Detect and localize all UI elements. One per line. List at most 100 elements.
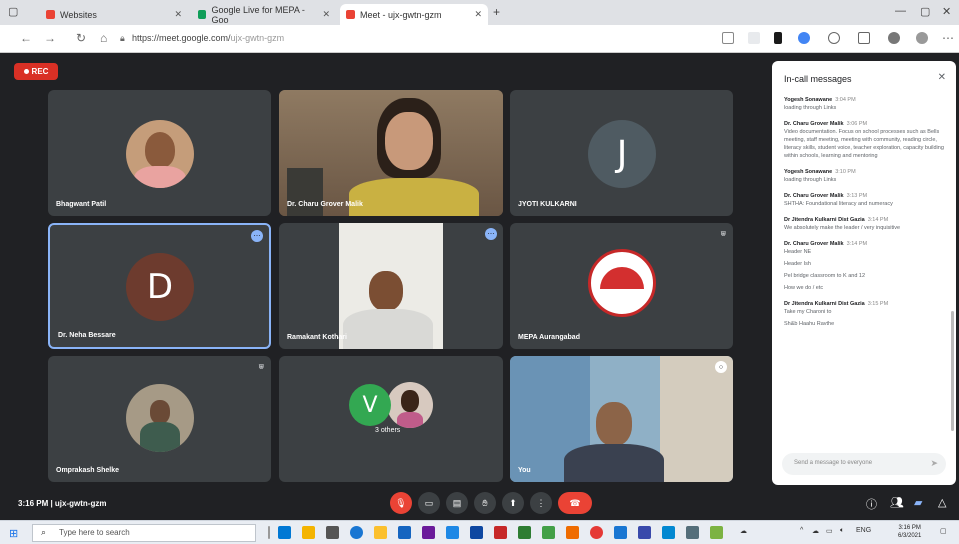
more-options-icon[interactable]: ⋯ (251, 230, 263, 242)
dress-shape (349, 178, 479, 216)
language-icon[interactable]: ENG (856, 527, 871, 534)
app-icon[interactable] (638, 526, 651, 539)
mic-toggle-button[interactable]: 🎙︎ (390, 492, 412, 514)
camera-icon[interactable] (722, 32, 734, 44)
store-icon[interactable] (326, 526, 339, 539)
app-icon[interactable] (566, 526, 579, 539)
captions-button[interactable]: ▤ (446, 492, 468, 514)
refresh-icon[interactable]: ↻ (76, 31, 86, 45)
close-icon[interactable]: ✕ (322, 9, 330, 20)
more-options-icon[interactable]: ○ (715, 361, 727, 373)
volume-icon[interactable]: 🔈︎ (840, 527, 844, 535)
app-icon[interactable] (494, 526, 507, 539)
forward-icon[interactable]: → (44, 31, 56, 45)
tab-favicon-icon (198, 10, 207, 19)
app-icon[interactable] (470, 526, 483, 539)
minimize-icon[interactable]: — (895, 5, 906, 17)
battery-icon[interactable]: ▭ (826, 527, 833, 535)
back-icon[interactable]: ← (20, 31, 32, 45)
avatar (387, 382, 433, 428)
close-icon[interactable]: ✕ (174, 9, 182, 20)
more-icon[interactable]: ⋯ (942, 31, 954, 45)
chat-scrollbar[interactable] (951, 311, 954, 431)
dress-shape (397, 412, 423, 428)
participant-name: You (518, 467, 531, 474)
collections-icon[interactable] (888, 32, 900, 44)
tab-meet[interactable]: Meet - ujx-gwtn-gzm ✕ (340, 4, 488, 25)
participant-tile[interactable]: ○ You (510, 356, 733, 482)
participant-tile[interactable]: J JYOTI KULKARNI (510, 90, 733, 216)
app-icon[interactable] (614, 526, 627, 539)
present-button[interactable]: ⬆ (502, 492, 524, 514)
chrome-icon[interactable] (590, 526, 603, 539)
taskbar-clock[interactable]: 3:16 PM 6/3/2021 (898, 524, 921, 540)
message-author: Yogesh Sonawane (784, 97, 833, 103)
participant-tile[interactable]: V 3 others (279, 356, 503, 482)
network-icon[interactable]: ☁ (812, 527, 819, 535)
profile-icon[interactable] (916, 32, 928, 44)
taskbar-time: 3:16 PM (898, 525, 921, 531)
participant-name: Dr. Charu Grover Malik (287, 201, 363, 208)
taskbar-search-input[interactable]: ⌕ Type here to search (32, 524, 256, 542)
word-icon[interactable] (398, 526, 411, 539)
participant-tile[interactable]: ⩐ MEPA Aurangabad (510, 223, 733, 349)
face-shape (369, 271, 403, 311)
task-view-icon[interactable] (278, 526, 291, 539)
app-icon[interactable] (446, 526, 459, 539)
info-icon[interactable]: ⓘ (866, 496, 877, 512)
windows-start-icon[interactable]: ⊞ (9, 527, 18, 540)
maximize-icon[interactable]: ▢ (920, 5, 930, 18)
message-author: Dr. Charu Grover Malik (784, 241, 844, 247)
avatar: V (349, 384, 391, 426)
app-icon[interactable] (302, 526, 315, 539)
more-options-icon[interactable]: ⋯ (485, 228, 497, 240)
puzzle-icon[interactable] (828, 32, 840, 44)
tab-websites[interactable]: Websites ✕ (40, 4, 188, 25)
record-dot-icon (23, 69, 29, 74)
camera-toggle-button[interactable]: ▭ (418, 492, 440, 514)
more-options-button[interactable]: ⋮ (530, 492, 552, 514)
onenote-icon[interactable] (422, 526, 435, 539)
favorites-icon[interactable] (858, 32, 870, 44)
app-icon[interactable] (686, 526, 699, 539)
people-icon[interactable]: 👥︎ (890, 496, 904, 509)
read-aloud-icon[interactable] (748, 32, 760, 44)
chat-icon[interactable]: ▰ (914, 496, 922, 509)
participant-tile[interactable]: Bhagwant Patil (48, 90, 271, 216)
excel-icon[interactable] (518, 526, 531, 539)
raise-hand-button[interactable]: ✋︎ (474, 492, 496, 514)
app-icon[interactable] (662, 526, 675, 539)
message-text: Take my Charoni to (784, 309, 832, 315)
meet-area: REC Bhagwant Patil Dr. Charu Grover Mali… (0, 53, 959, 520)
extension-color-icon[interactable] (798, 32, 810, 44)
extension-icon[interactable] (774, 32, 782, 44)
participant-tile[interactable]: Dr. Charu Grover Malik (279, 90, 503, 216)
close-icon[interactable]: ✕ (474, 9, 482, 20)
tab-google-live[interactable]: Google Live for MEPA - Goo ✕ (192, 4, 336, 25)
tray-chevron-icon[interactable]: ^ (800, 527, 803, 534)
new-tab-icon[interactable]: + (493, 5, 500, 19)
send-icon[interactable]: ➤ (930, 458, 938, 469)
tab-actions-icon[interactable]: ▢ (8, 5, 18, 18)
chat-message: Yogesh Sonawane 3:04 PM loading through Li… (784, 97, 948, 112)
window-close-icon[interactable]: ✕ (942, 5, 951, 18)
meeting-info: 3:16 PM | ujx-gwtn-gzm (18, 499, 107, 508)
participant-tile[interactable]: ⋯ Ramakant Kothari (279, 223, 503, 349)
edge-icon[interactable] (350, 526, 363, 539)
participant-name: Bhagwant Patil (56, 201, 107, 208)
app-icon[interactable] (542, 526, 555, 539)
home-icon[interactable]: ⌂ (100, 31, 107, 45)
weather-icon[interactable]: ☁ (740, 527, 747, 535)
chat-message-input[interactable]: Send a message to everyone ➤ (782, 453, 946, 475)
participant-tile[interactable]: ⋯ D Dr. Neha Bessare (48, 223, 271, 349)
url-field[interactable]: https://meet.google.com/ujx-gwtn-gzm (132, 33, 284, 43)
participant-name: 3 others (375, 427, 401, 434)
activities-icon[interactable]: △ (938, 496, 946, 509)
file-explorer-icon[interactable] (374, 526, 387, 539)
participant-tile[interactable]: ⩐ Omprakash Shelke (48, 356, 271, 482)
app-icon[interactable] (710, 526, 723, 539)
notification-icon[interactable]: ▢ (940, 527, 947, 535)
message-time: 3:13 PM (846, 193, 868, 199)
end-call-button[interactable]: ☎︎ (558, 492, 592, 514)
close-icon[interactable]: ✕ (938, 72, 946, 83)
